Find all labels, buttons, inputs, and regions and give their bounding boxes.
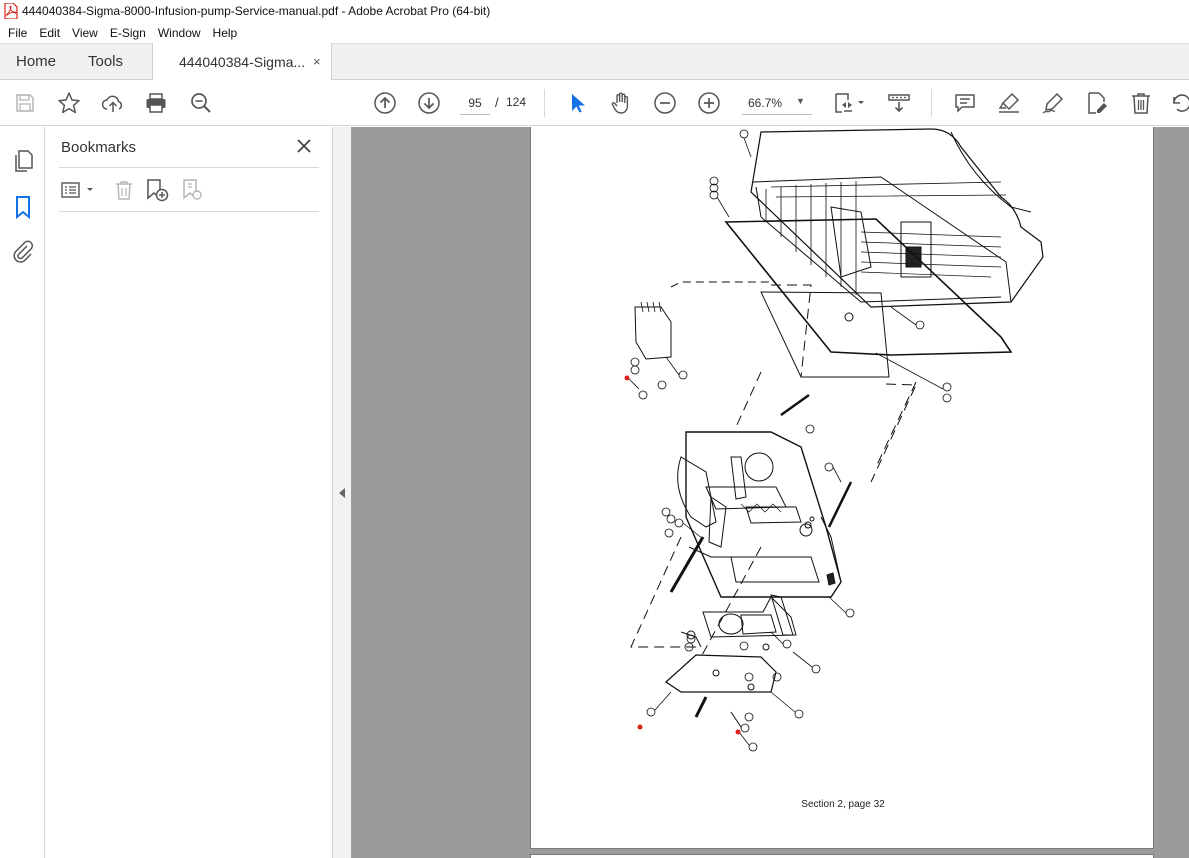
toolbar: / 124 66.7% ▼	[0, 80, 1189, 126]
print-icon[interactable]	[144, 91, 168, 115]
select-cursor-icon[interactable]	[565, 91, 589, 115]
current-page-input[interactable]	[460, 91, 490, 115]
window-title: 444040384-Sigma-8000-Infusion-pump-Servi…	[22, 4, 491, 18]
menu-edit[interactable]: Edit	[33, 26, 66, 40]
upload-cloud-icon[interactable]	[101, 91, 125, 115]
tab-document[interactable]: 444040384-Sigma... ×	[152, 43, 332, 81]
total-pages: 124	[506, 95, 527, 109]
menu-bar: File Edit View E-Sign Window Help	[0, 22, 1189, 43]
menu-help[interactable]: Help	[207, 26, 244, 40]
page-down-icon[interactable]	[417, 91, 441, 115]
pdf-file-icon	[4, 3, 18, 19]
menu-esign[interactable]: E-Sign	[104, 26, 152, 40]
zoom-in-icon[interactable]	[697, 91, 721, 115]
tab-document-label: 444040384-Sigma...	[179, 54, 306, 70]
zoom-level-select[interactable]: 66.7% ▼	[742, 91, 812, 115]
zoom-out-icon[interactable]	[653, 91, 677, 115]
toolbar-divider	[931, 89, 932, 117]
sign-icon[interactable]	[1041, 91, 1065, 115]
menu-window[interactable]: Window	[152, 26, 207, 40]
page-separator: /	[495, 95, 499, 110]
page-footer: Section 2, page 32	[801, 799, 885, 810]
delete-bookmark-icon[interactable]	[111, 177, 137, 203]
panel-collapse-handle[interactable]	[333, 127, 351, 858]
panel-divider	[59, 167, 319, 168]
close-icon[interactable]	[295, 137, 313, 155]
menu-file[interactable]: File	[2, 26, 33, 40]
rotate-icon[interactable]	[1170, 91, 1189, 115]
tab-tools[interactable]: Tools	[88, 44, 123, 80]
page-thumbnails-icon[interactable]	[11, 149, 35, 173]
pdf-page: Section 2, page 32	[530, 127, 1154, 849]
attachments-icon[interactable]	[11, 240, 35, 264]
delete-icon[interactable]	[1129, 91, 1153, 115]
tab-home[interactable]: Home	[16, 44, 56, 80]
scroll-mode-icon[interactable]	[887, 91, 911, 115]
bookmark-settings-icon[interactable]	[179, 177, 205, 203]
left-navigation-rail	[0, 127, 45, 858]
options-menu-icon[interactable]	[60, 177, 98, 203]
comment-icon[interactable]	[953, 91, 977, 115]
bookmarks-panel: Bookmarks	[45, 127, 333, 858]
tab-bar: Home Tools 444040384-Sigma... ×	[0, 43, 1189, 81]
edit-pdf-icon[interactable]	[1085, 91, 1109, 115]
title-bar: 444040384-Sigma-8000-Infusion-pump-Servi…	[0, 0, 1189, 22]
star-icon[interactable]	[57, 91, 81, 115]
panel-divider	[59, 211, 319, 212]
collapse-arrow-icon	[339, 488, 345, 498]
toolbar-divider	[544, 89, 545, 117]
page-fit-icon[interactable]	[833, 91, 867, 115]
exploded-view-drawing	[624, 128, 1044, 752]
add-bookmark-icon[interactable]	[144, 177, 170, 203]
page-up-icon[interactable]	[373, 91, 397, 115]
tab-close-icon[interactable]: ×	[313, 43, 321, 81]
bookmarks-title: Bookmarks	[61, 139, 137, 156]
save-icon[interactable]	[13, 91, 37, 115]
search-zoom-icon[interactable]	[189, 91, 213, 115]
hand-icon[interactable]	[609, 91, 633, 115]
menu-view[interactable]: View	[66, 26, 104, 40]
chevron-down-icon: ▼	[796, 96, 805, 106]
bookmarks-icon[interactable]	[11, 195, 35, 220]
document-viewport[interactable]: Section 2, page 32	[351, 127, 1189, 858]
highlight-icon[interactable]	[997, 91, 1021, 115]
pdf-page-next	[530, 854, 1154, 858]
zoom-value: 66.7%	[748, 96, 783, 110]
